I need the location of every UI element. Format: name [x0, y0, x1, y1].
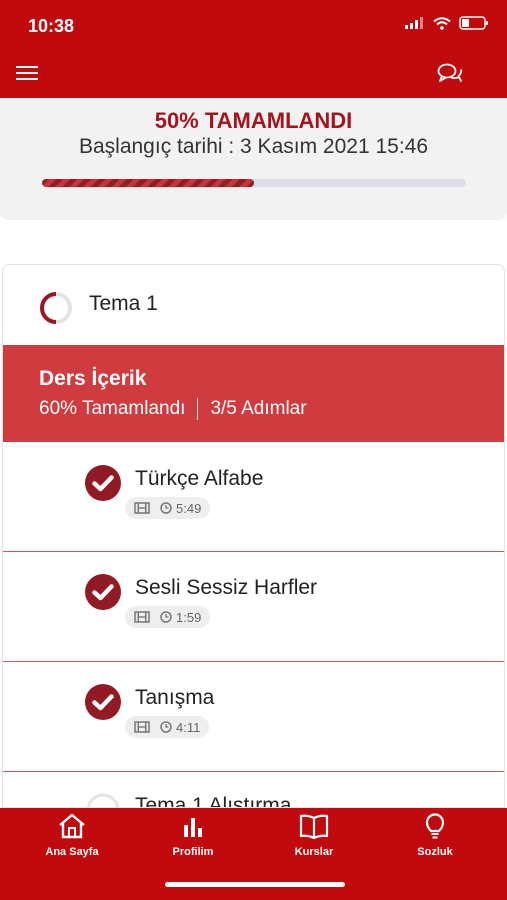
- check-circle-icon: [85, 574, 121, 610]
- bar-chart-icon: [184, 818, 202, 837]
- lesson-duration: 4:11: [160, 720, 200, 735]
- lesson-meta: 1:59: [125, 606, 211, 628]
- home-indicator: [165, 882, 345, 887]
- status-icons: [396, 16, 489, 30]
- status-time: 10:38: [28, 16, 75, 36]
- duration-text: 1:59: [176, 609, 202, 625]
- location-arrow-icon: [396, 23, 397, 24]
- lightbulb-icon: [425, 813, 445, 839]
- course-progress-card: 50% TAMAMLANDI Başlangıç tarihi : 3 Kası…: [0, 98, 507, 220]
- progress-bar-fill: [42, 179, 254, 187]
- tab-sozluk[interactable]: Sozluk: [387, 812, 483, 868]
- lesson-duration: 5:49: [160, 501, 201, 516]
- lesson-title: Türkçe Alfabe: [135, 467, 264, 490]
- tema-label: Tema 1: [89, 292, 158, 315]
- ders-title: Ders İçerik: [39, 367, 147, 390]
- bottom-tab-bar: Ana Sayfa Profilim Kurslar Sozluk: [0, 808, 507, 900]
- clock-icon: [160, 721, 172, 733]
- app-header: 10:38: [0, 0, 507, 98]
- tab-ana-sayfa[interactable]: Ana Sayfa: [24, 812, 120, 868]
- video-icon: [134, 611, 150, 623]
- ders-percent: 60% Tamamlandı: [39, 398, 186, 419]
- chat-icon[interactable]: [437, 62, 463, 84]
- tab-label: Sozluk: [417, 846, 453, 858]
- duration-text: 4:11: [176, 719, 201, 735]
- progress-title: 50% TAMAMLANDI: [154, 108, 353, 133]
- check-circle-icon: [85, 684, 121, 720]
- tab-label: Kurslar: [294, 846, 334, 858]
- lesson-item[interactable]: Türkçe Alfabe 5:49: [3, 442, 504, 552]
- video-icon: [134, 502, 150, 514]
- menu-icon[interactable]: [16, 66, 38, 80]
- clock-icon: [160, 611, 172, 623]
- lesson-title: Tema 1 Alıştırma: [135, 794, 292, 808]
- tab-label: Profilim: [172, 846, 214, 858]
- wifi-icon: [433, 16, 451, 30]
- tab-kurslar[interactable]: Kurslar: [266, 812, 362, 868]
- signal-icon: [405, 17, 423, 29]
- lesson-item[interactable]: Sesli Sessiz Harfler 1:59: [3, 552, 504, 662]
- progress-ring-icon: [40, 292, 72, 324]
- ders-steps: 3/5 Adımlar: [210, 398, 307, 419]
- duration-text: 5:49: [176, 500, 202, 516]
- lesson-meta: 5:49: [125, 497, 211, 519]
- tema-row[interactable]: Tema 1: [3, 265, 504, 345]
- divider: [197, 398, 199, 420]
- check-circle-icon: [85, 465, 121, 501]
- empty-circle-icon: [86, 793, 120, 807]
- lesson-item[interactable]: Tema 1 Alıştırma: [3, 772, 504, 808]
- lesson-title: Tanışma: [135, 686, 215, 709]
- lesson-duration: 1:59: [160, 610, 201, 625]
- battery-icon: [459, 16, 488, 30]
- ders-progress: 60% Tamamlandı 3/5 Adımlar: [39, 398, 307, 420]
- clock-icon: [160, 502, 172, 514]
- course-content-panel: Tema 1 Ders İçerik 60% Tamamlandı 3/5 Ad…: [2, 264, 505, 808]
- ders-section-header[interactable]: Ders İçerik 60% Tamamlandı 3/5 Adımlar: [3, 345, 504, 442]
- lesson-meta: 4:11: [125, 716, 210, 738]
- progress-bar: [42, 179, 466, 187]
- lesson-item[interactable]: Tanışma 4:11: [3, 662, 504, 772]
- tab-label: Ana Sayfa: [45, 846, 99, 858]
- book-icon: [299, 814, 329, 840]
- home-icon: [59, 813, 85, 839]
- video-icon: [134, 721, 150, 733]
- start-date: Başlangıç tarihi : 3 Kasım 2021 15:46: [78, 135, 429, 158]
- lesson-title: Sesli Sessiz Harfler: [135, 576, 318, 599]
- tab-profilim[interactable]: Profilim: [145, 812, 241, 868]
